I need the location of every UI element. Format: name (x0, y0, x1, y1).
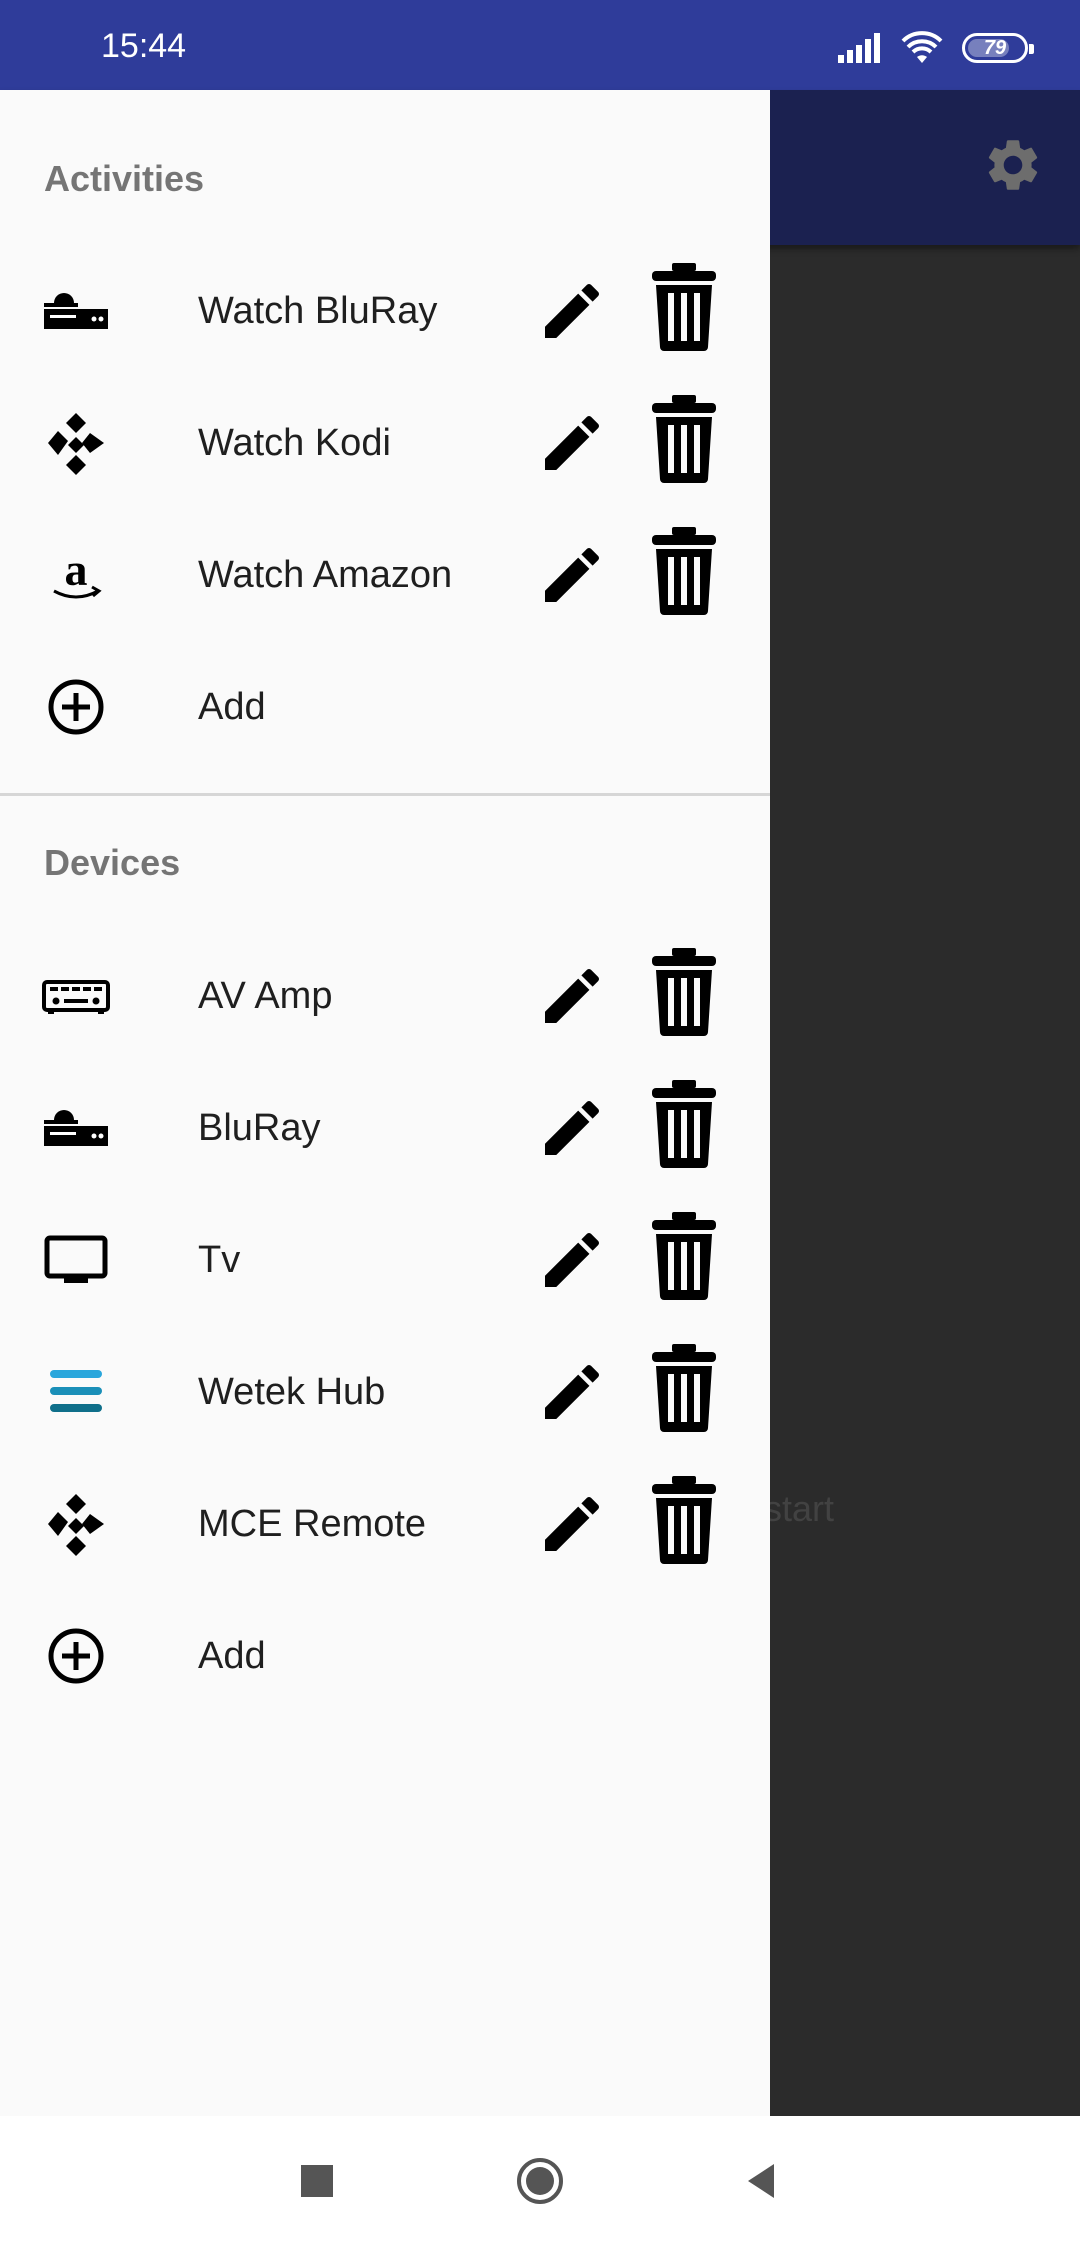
device-item[interactable]: AV Amp (0, 930, 770, 1062)
device-label: Tv (198, 1239, 241, 1281)
recents-square-icon[interactable] (292, 2156, 342, 2206)
wetek-icon (42, 1358, 110, 1426)
tv-icon (42, 1226, 110, 1294)
activities-section-title: Activities (44, 158, 205, 199)
navigation-drawer: Activities Watch BluRay Watch Kodi a Wat… (0, 90, 770, 2116)
wifi-icon (901, 31, 943, 63)
background-hint-text: start (764, 1488, 835, 1529)
device-item[interactable]: Wetek Hub (0, 1326, 770, 1458)
status-time: 15:44 (101, 27, 187, 65)
delete-trash-icon[interactable] (648, 1476, 720, 1564)
back-triangle-icon[interactable] (738, 2156, 788, 2206)
edit-pencil-icon[interactable] (536, 539, 608, 611)
system-navigation-bar (0, 2116, 1080, 2246)
device-label: MCE Remote (198, 1503, 427, 1545)
add-circle-icon (42, 673, 110, 741)
device-label: BluRay (198, 1107, 321, 1149)
amazon-icon: a (42, 541, 110, 609)
battery-level: 79 (983, 36, 1007, 59)
activity-label: Watch BluRay (198, 290, 438, 332)
edit-pencil-icon[interactable] (536, 1356, 608, 1428)
edit-pencil-icon[interactable] (536, 275, 608, 347)
delete-trash-icon[interactable] (648, 263, 720, 351)
kodi-icon (42, 409, 110, 477)
edit-pencil-icon[interactable] (536, 1488, 608, 1560)
add-label: Add (198, 686, 266, 728)
delete-trash-icon[interactable] (648, 395, 720, 483)
add-label: Add (198, 1635, 266, 1677)
home-circle-icon[interactable] (515, 2156, 565, 2206)
bluray-player-icon (42, 277, 110, 345)
status-icons: 79 (838, 30, 1034, 66)
add-activity-button[interactable]: Add (0, 641, 770, 773)
activity-item[interactable]: Watch Kodi (0, 377, 770, 509)
add-device-button[interactable]: Add (0, 1590, 770, 1722)
activity-label: Watch Kodi (198, 422, 391, 464)
delete-trash-icon[interactable] (648, 1080, 720, 1168)
add-circle-icon (42, 1622, 110, 1690)
edit-pencil-icon[interactable] (536, 1224, 608, 1296)
device-item[interactable]: BluRay (0, 1062, 770, 1194)
delete-trash-icon[interactable] (648, 1212, 720, 1300)
edit-pencil-icon[interactable] (536, 960, 608, 1032)
device-item[interactable]: MCE Remote (0, 1458, 770, 1590)
cellular-signal-icon (838, 33, 880, 63)
devices-section-title: Devices (44, 842, 181, 883)
activity-item[interactable]: a Watch Amazon (0, 509, 770, 641)
delete-trash-icon[interactable] (648, 1344, 720, 1432)
status-bar: 15:44 79 (0, 0, 1080, 90)
bluray-player-icon (42, 1094, 110, 1162)
delete-trash-icon[interactable] (648, 948, 720, 1036)
delete-trash-icon[interactable] (648, 527, 720, 615)
section-divider (0, 793, 770, 796)
device-item[interactable]: Tv (0, 1194, 770, 1326)
activity-label: Watch Amazon (198, 554, 453, 596)
svg-text:a: a (65, 544, 88, 595)
battery-icon: 79 (962, 33, 1034, 63)
av-receiver-icon (42, 962, 110, 1030)
edit-pencil-icon[interactable] (536, 1092, 608, 1164)
kodi-icon (42, 1490, 110, 1558)
device-label: AV Amp (198, 975, 333, 1017)
settings-gear-icon[interactable] (982, 134, 1044, 196)
edit-pencil-icon[interactable] (536, 407, 608, 479)
device-label: Wetek Hub (198, 1371, 386, 1413)
activity-item[interactable]: Watch BluRay (0, 245, 770, 377)
